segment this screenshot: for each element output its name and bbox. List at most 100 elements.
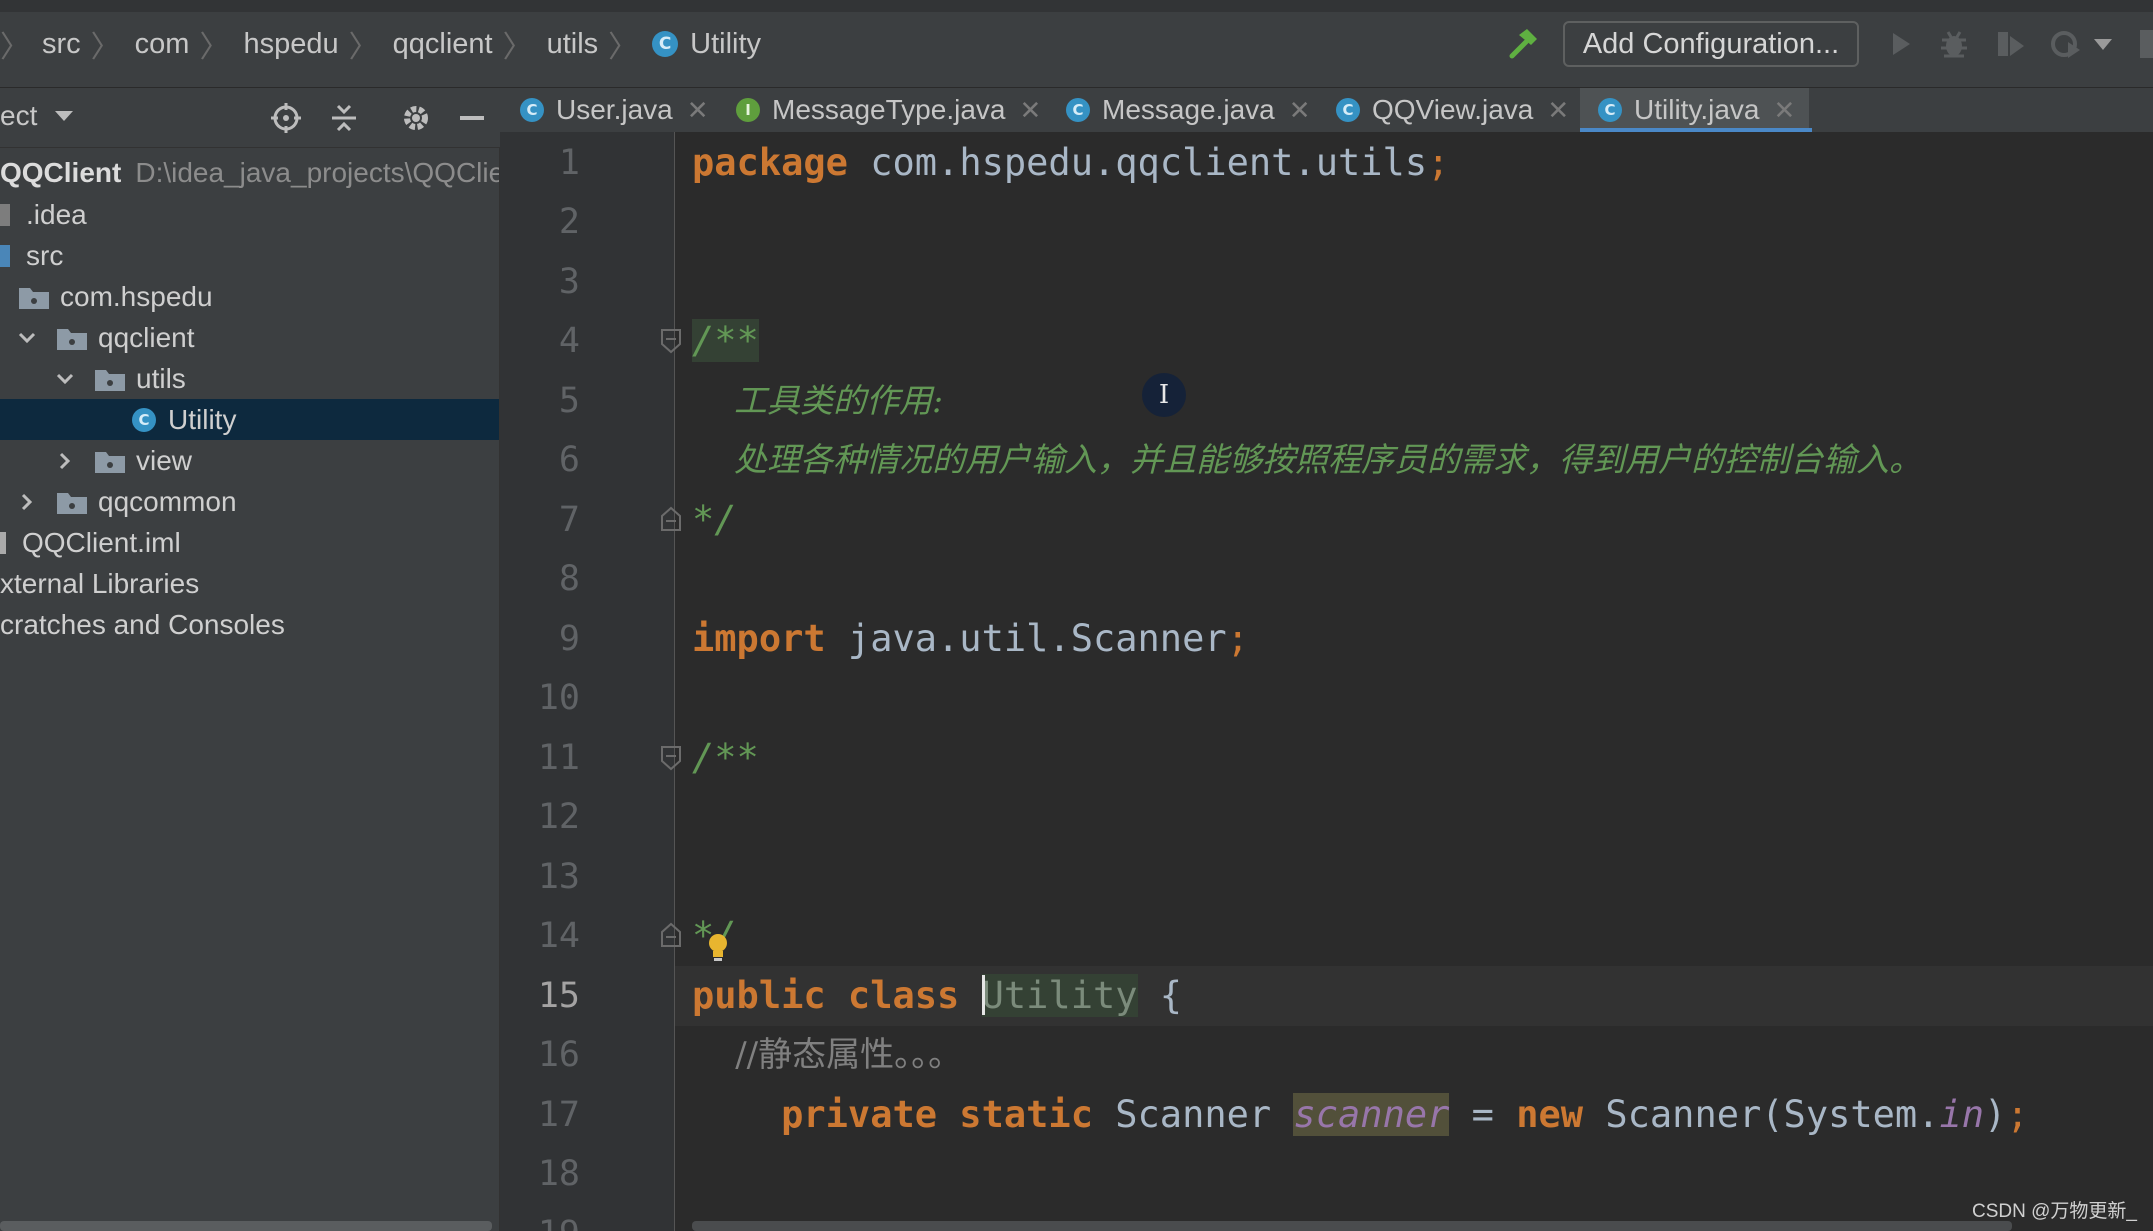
fold-marker-icon[interactable] [660,328,682,354]
breadcrumb-com[interactable]: com [135,28,190,61]
line-number: 12 [537,797,580,837]
package-icon [19,287,49,309]
tab-message-java[interactable]: C Message.java ✕ [1066,88,1311,132]
tree-item-view[interactable]: view [0,440,499,481]
code-field-name: scanner [1293,1093,1450,1136]
tree-item-utility[interactable]: C Utility [0,399,499,440]
run-icon[interactable] [1884,28,1916,60]
tab-label: MessageType.java [772,94,1006,125]
project-horizontal-scrollbar[interactable] [0,1221,492,1231]
code-static-field: in [1939,1093,1985,1136]
code-import-name: java.util.Scanner [825,617,1227,660]
chevron-down-icon[interactable] [50,364,80,394]
tree-item-external-libraries[interactable]: xternal Libraries [0,563,499,604]
code-constructor: Scanner(System. [1605,1093,1940,1136]
code-operator: = [1449,1093,1517,1136]
line-number: 3 [558,262,580,302]
code-semicolon: ; [1226,617,1249,660]
package-icon [95,369,125,391]
add-configuration-button[interactable]: Add Configuration... [1563,21,1859,67]
code-class-name: Utility [981,974,1138,1017]
tree-item-scratches[interactable]: cratches and Consoles [0,604,499,645]
fold-end-marker-icon[interactable] [660,922,682,948]
line-number: 2 [558,202,580,242]
code-doc-comment: 工具类的作用: [692,381,944,420]
tab-label: QQView.java [1372,94,1534,125]
tree-item-src[interactable]: src [0,235,499,276]
code-line-15: public class Utility { [692,966,1182,1026]
code-paren: ) [1984,1093,2007,1136]
tab-qqview-java[interactable]: C QQView.java ✕ [1336,88,1569,132]
breadcrumb-utils[interactable]: utils [547,28,599,61]
tree-item-label: view [136,444,193,476]
code-semicolon: ; [1427,141,1450,184]
breadcrumb-src[interactable]: src [42,28,81,61]
project-panel-header: ect [0,88,500,148]
project-view-selector[interactable]: ect [0,100,75,132]
package-icon [57,328,87,350]
coverage-icon[interactable] [1994,28,2026,60]
class-icon: C [520,98,544,122]
hammer-icon[interactable] [1506,26,1540,60]
chevron-right-icon[interactable] [12,487,42,517]
navigation-bar: 〉 src 〉 com 〉 hspedu 〉 qqclient 〉 utils … [0,0,2153,88]
interface-icon: I [736,98,760,122]
close-icon[interactable]: ✕ [1547,95,1569,126]
tab-user-java[interactable]: C User.java ✕ [520,88,709,132]
code-keyword: package [692,141,848,184]
close-icon[interactable]: ✕ [1019,95,1041,126]
fold-end-marker-icon[interactable] [660,506,682,532]
folder-icon [0,203,10,226]
tree-item-label: qqcommon [98,485,237,517]
code-doc-comment: 处理各种情况的用户输入，并且能够按照程序员的需求，得到用户的控制台输入。 [692,440,1922,479]
tree-item-utils[interactable]: utils [0,358,499,399]
watermark: CSDN @万物更新_ [1972,1201,2137,1222]
tree-item-qqclient-module[interactable]: QQClient D:\idea_java_projects\QQClient [0,152,499,193]
breadcrumb-utility[interactable]: C Utility [652,28,761,61]
line-number: 4 [558,321,580,361]
line-number: 17 [537,1095,580,1135]
code-semicolon: ; [2006,1093,2029,1136]
code-line-5: 工具类的作用: [692,371,943,431]
breadcrumb-separator: 〉 [90,31,121,64]
lightbulb-icon[interactable] [706,932,730,962]
stop-icon[interactable] [2140,30,2153,58]
hide-icon[interactable] [456,102,488,134]
class-icon: C [1066,98,1090,122]
tree-item-idea[interactable]: .idea [0,194,499,235]
tree-item-qqclient[interactable]: qqclient [0,317,499,358]
collapse-all-icon[interactable] [328,102,360,134]
class-icon: C [132,407,156,432]
breadcrumb-hspedu[interactable]: hspedu [243,28,338,61]
gear-icon[interactable] [400,102,432,134]
code-line-7: */ [692,490,737,550]
breadcrumb-qqclient[interactable]: qqclient [393,28,493,61]
code-doc-comment: /** [692,736,759,779]
tree-item-qqcommon[interactable]: qqcommon [0,481,499,522]
close-icon[interactable]: ✕ [1774,95,1796,126]
tab-messagetype-java[interactable]: I MessageType.java ✕ [736,88,1041,132]
tab-utility-java[interactable]: C Utility.java ✕ [1580,88,1810,132]
line-number: 6 [558,440,580,480]
profile-icon[interactable] [2050,28,2082,60]
tree-item-com-hspedu[interactable]: com.hspedu [0,276,499,317]
dropdown-icon[interactable] [2092,36,2114,52]
tree-item-iml[interactable]: QQClient.iml [0,522,499,563]
close-icon[interactable]: ✕ [687,95,709,126]
breadcrumb-separator: 〉 [199,31,230,64]
code-line-16: //静态属性。。。 [692,1025,962,1085]
fold-marker-icon[interactable] [660,745,682,771]
line-number: 7 [558,500,580,540]
chevron-right-icon[interactable] [50,446,80,476]
chevron-down-icon[interactable] [12,323,42,353]
code-keyword: private static [692,1093,1116,1136]
editor-horizontal-scrollbar[interactable] [692,1221,2012,1231]
locate-icon[interactable] [270,102,302,134]
tree-item-label: QQClient [0,156,122,188]
tree-item-label: .idea [26,198,87,230]
breadcrumb-separator: 〉 [348,31,379,64]
close-icon[interactable]: ✕ [1289,95,1311,126]
debug-icon[interactable] [1938,28,1970,60]
breadcrumb-separator: 〉 [608,31,639,64]
code-brace: { [1137,974,1183,1017]
